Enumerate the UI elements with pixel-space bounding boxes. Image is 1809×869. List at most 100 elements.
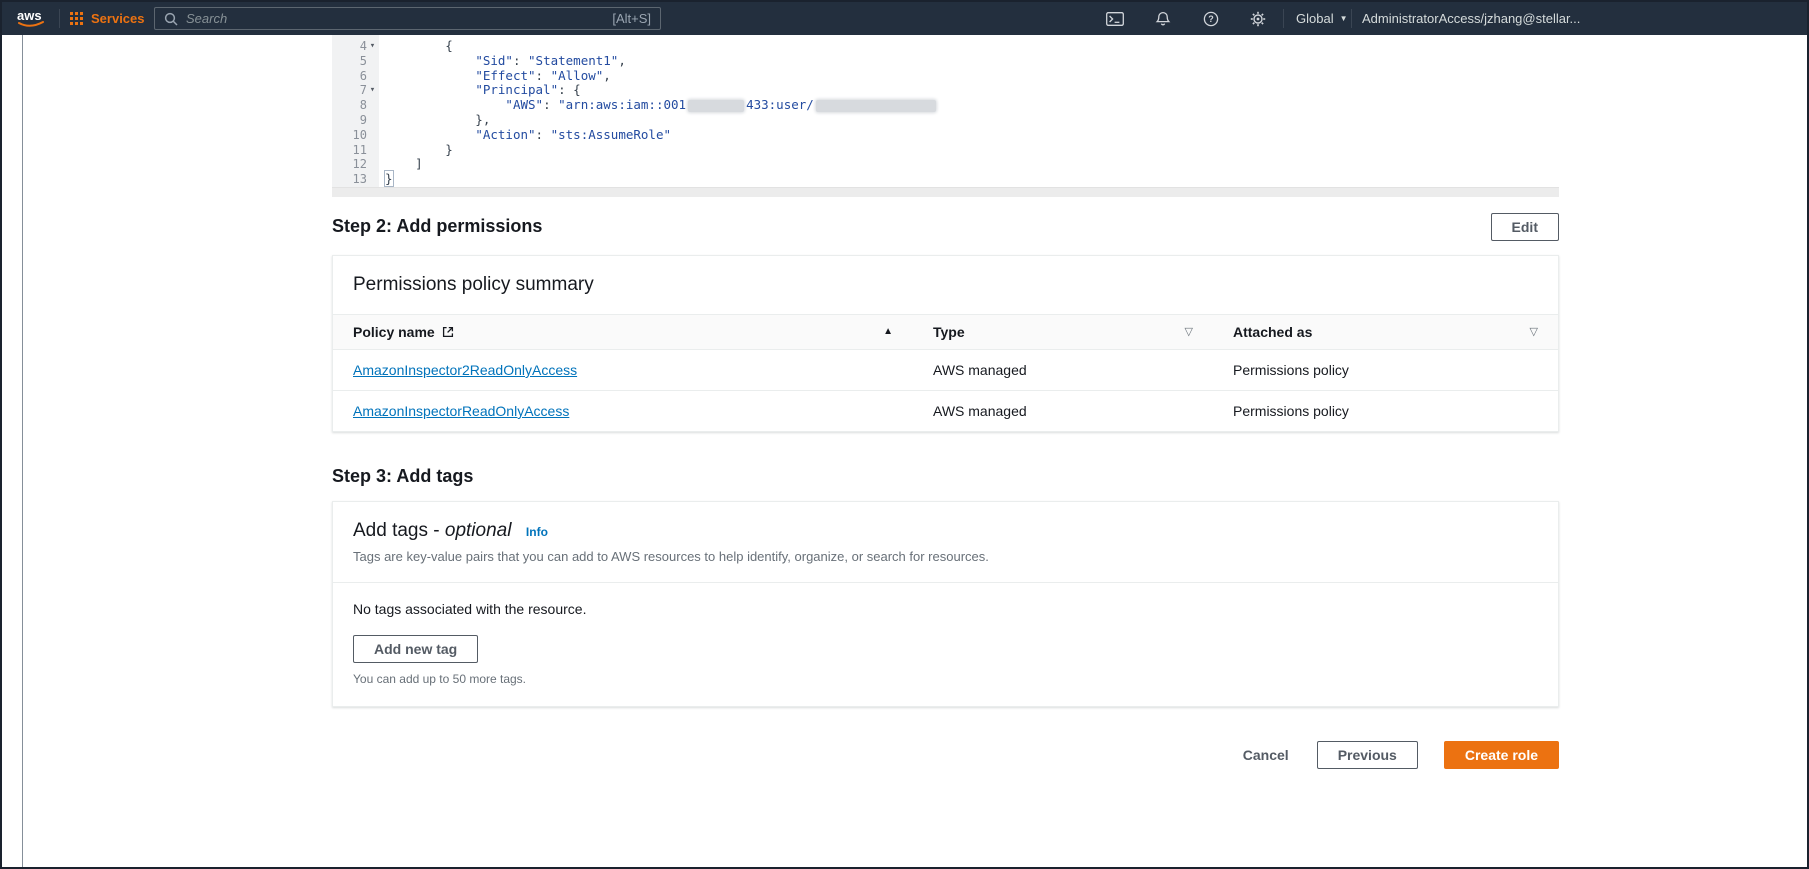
trust-policy-editor[interactable]: 4 ▾ 5 6 7 ▾ 8 9 10 11 12 13 { "Sid": "Statement1", … — [332, 35, 1559, 197]
help-icon: ? — [1203, 11, 1219, 26]
region-selector[interactable]: Global ▼ — [1296, 2, 1348, 35]
code-fold-caret-icon[interactable]: ▾ — [367, 83, 378, 98]
cancel-button[interactable]: Cancel — [1241, 742, 1291, 768]
json-punctuation — [385, 97, 505, 112]
sort-ascending-icon[interactable]: ▲ — [883, 326, 893, 337]
cloudshell-icon — [1106, 11, 1124, 26]
external-link-icon — [442, 326, 453, 338]
editor-horizontal-scrollbar[interactable] — [332, 186, 1559, 197]
services-label: Services — [91, 11, 145, 26]
svg-text:?: ? — [1208, 14, 1214, 24]
json-string: "AWS" — [505, 97, 544, 113]
permissions-summary-card: Permissions policy summary Policy name ▲ — [332, 254, 1559, 432]
notifications-button[interactable] — [1150, 2, 1176, 35]
json-string: "sts:AssumeRole" — [550, 126, 672, 142]
tags-limit-hint: You can add up to 50 more tags. — [353, 671, 527, 686]
aws-logo-icon: aws — [17, 8, 44, 27]
tags-description: Tags are key-value pairs that you can ad… — [353, 548, 989, 564]
column-header-type[interactable]: Type ▽ — [913, 315, 1213, 349]
json-punctuation: } — [385, 141, 453, 157]
type-column-label: Type — [933, 323, 965, 340]
info-link[interactable]: Info — [526, 525, 548, 539]
line-number: 11 — [352, 142, 367, 157]
editor-gutter: 4 ▾ 5 6 7 ▾ 8 9 10 11 12 13 — [332, 35, 379, 187]
policy-name-column-label: Policy name — [353, 323, 435, 340]
notifications-bell-icon — [1155, 11, 1171, 25]
code-fold-caret-icon[interactable]: ▾ — [367, 39, 378, 54]
step3-heading: Step 3: Add tags — [332, 465, 474, 486]
main-content: 4 ▾ 5 6 7 ▾ 8 9 10 11 12 13 { "Sid": "Statement1", … — [332, 35, 1559, 799]
step2-heading: Step 2: Add permissions — [332, 216, 543, 237]
search-input[interactable] — [186, 11, 605, 26]
code-line[interactable]: "Principal": { — [385, 82, 1559, 98]
code-line[interactable]: ] — [385, 156, 1559, 172]
add-tags-card-title: Add tags - optional — [353, 519, 512, 541]
json-punctuation — [385, 82, 475, 97]
svg-text:aws: aws — [17, 8, 42, 23]
policy-name-link[interactable]: AmazonInspectorReadOnlyAccess — [353, 403, 569, 419]
code-line[interactable]: }, — [385, 112, 1559, 128]
json-punctuation: : — [535, 67, 551, 83]
create-role-button[interactable]: Create role — [1443, 740, 1559, 769]
policy-name-link[interactable]: AmazonInspector2ReadOnlyAccess — [353, 362, 577, 378]
settings-button[interactable] — [1245, 2, 1271, 35]
json-punctuation — [385, 127, 475, 142]
permissions-table-header: Policy name ▲ Type ▽ Attached as ▽ — [333, 313, 1558, 350]
json-string: "Allow" — [550, 67, 604, 83]
policy-type-cell: AWS managed — [933, 402, 1027, 419]
json-punctuation: { — [385, 38, 453, 53]
previous-button[interactable]: Previous — [1316, 740, 1418, 769]
side-panel-edge — [22, 35, 23, 867]
settings-gear-icon — [1250, 11, 1266, 26]
topbar-divider — [1351, 9, 1352, 28]
editor-code-area[interactable]: { "Sid": "Statement1", "Effect": "Allow"… — [379, 35, 1559, 187]
optional-label: optional — [444, 519, 512, 541]
cloudshell-button[interactable] — [1102, 2, 1128, 35]
code-line[interactable]: } — [384, 170, 1559, 187]
code-line[interactable]: "AWS": "arn:aws:iam::001 433:user/ — [385, 97, 1559, 113]
code-line[interactable]: } — [385, 141, 1559, 158]
add-new-tag-button[interactable]: Add new tag — [353, 634, 479, 663]
line-number: 7 — [359, 83, 367, 98]
code-line[interactable]: "Sid": "Statement1", — [385, 52, 1559, 69]
topbar-divider — [1283, 9, 1284, 28]
policy-table-row: AmazonInspector2ReadOnlyAccess AWS manage… — [333, 350, 1558, 391]
account-label: AdministratorAccess/jzhang@stellar... — [1362, 11, 1581, 26]
services-grid-icon — [70, 12, 83, 25]
aws-logo[interactable]: aws — [16, 7, 52, 34]
column-header-attached-as[interactable]: Attached as ▽ — [1213, 315, 1558, 349]
line-number: 6 — [359, 68, 367, 83]
account-menu[interactable]: AdministratorAccess/jzhang@stellar... — [1362, 2, 1580, 35]
aws-console-window: aws Services [Alt+S] — [0, 0, 1809, 869]
json-punctuation: } — [384, 170, 394, 187]
topbar-divider — [59, 9, 60, 28]
filter-icon[interactable]: ▽ — [1185, 325, 1193, 338]
redacted-value — [688, 99, 745, 112]
line-number: 12 — [352, 157, 367, 172]
line-number: 10 — [352, 127, 367, 142]
code-line[interactable]: { — [385, 38, 1559, 54]
json-string: "Sid" — [475, 52, 513, 68]
code-line[interactable]: "Action": "sts:AssumeRole" — [385, 126, 1559, 143]
line-number: 9 — [359, 112, 367, 127]
policy-type-cell: AWS managed — [933, 361, 1027, 378]
permissions-table-body: AmazonInspector2ReadOnlyAccess AWS manage… — [333, 350, 1558, 431]
line-number: 8 — [359, 98, 367, 113]
search-bar[interactable]: [Alt+S] — [154, 7, 661, 30]
permissions-card-title: Permissions policy summary — [353, 273, 594, 295]
json-string: "Statement1" — [528, 52, 619, 68]
help-button[interactable]: ? — [1198, 2, 1224, 35]
column-header-policy-name[interactable]: Policy name ▲ — [333, 315, 913, 349]
line-number: 13 — [352, 172, 367, 187]
policy-table-row: AmazonInspectorReadOnlyAccess AWS managed… — [333, 391, 1558, 431]
json-punctuation — [385, 68, 475, 83]
services-menu-button[interactable]: Services — [70, 2, 145, 35]
wizard-footer-actions: Cancel Previous Create role — [332, 740, 1559, 769]
json-punctuation: : — [543, 97, 559, 113]
search-shortcut-hint: [Alt+S] — [612, 11, 651, 26]
top-navigation-bar: aws Services [Alt+S] — [2, 2, 1807, 35]
json-punctuation: , — [618, 52, 626, 68]
code-line[interactable]: "Effect": "Allow", — [385, 67, 1559, 84]
filter-icon[interactable]: ▽ — [1530, 325, 1538, 338]
edit-permissions-button[interactable]: Edit — [1490, 212, 1559, 241]
